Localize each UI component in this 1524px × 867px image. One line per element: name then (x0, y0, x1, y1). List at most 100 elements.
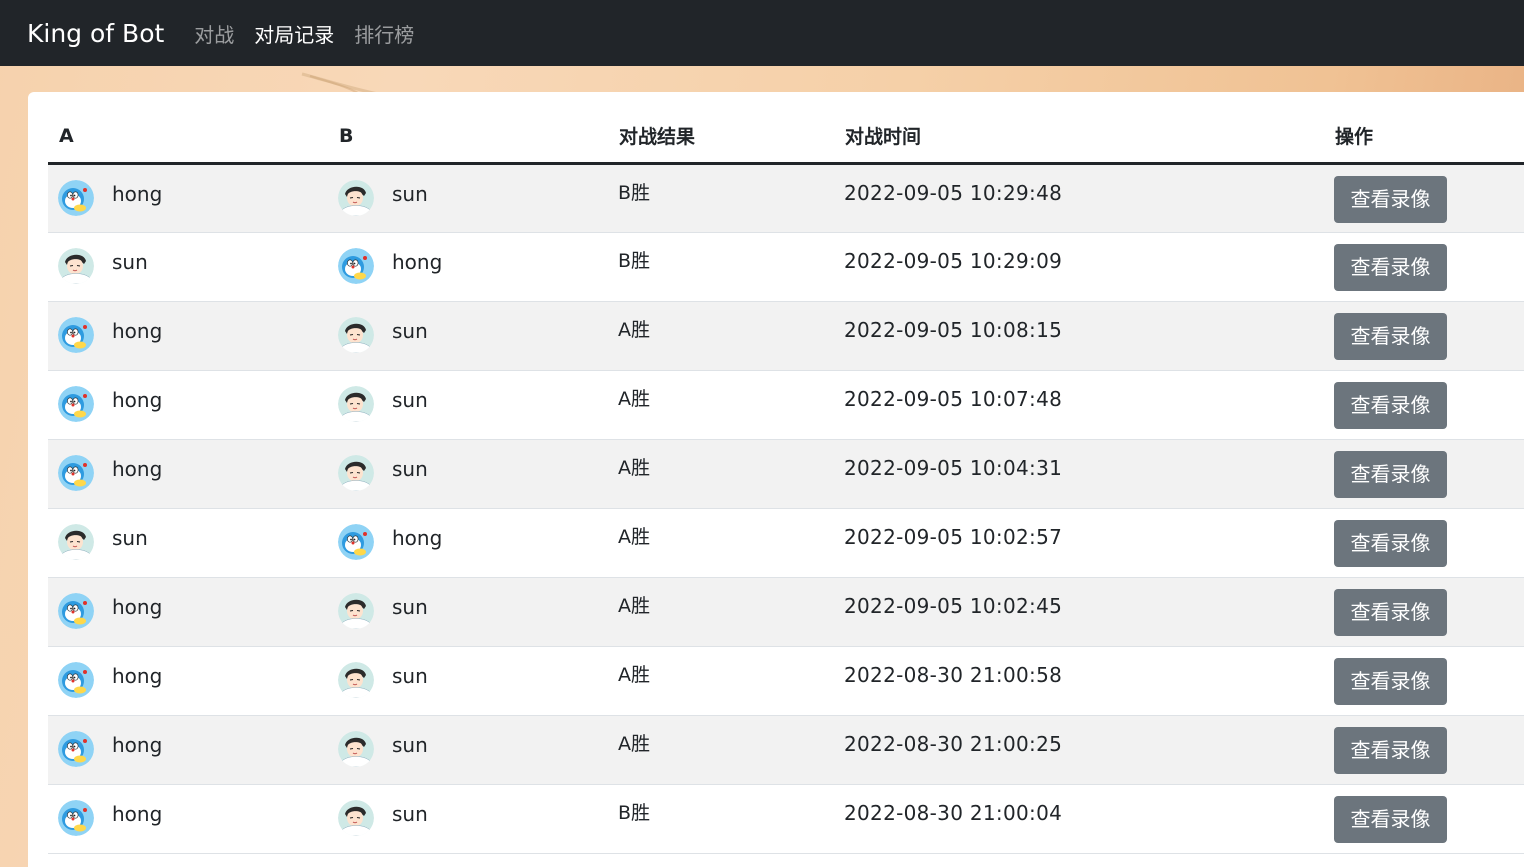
player-b-name: sun (392, 732, 428, 757)
player-a: hong (58, 592, 328, 629)
view-replay-button[interactable]: 查看录像 (1334, 795, 1447, 843)
action-cell: 查看录像 (1324, 439, 1524, 508)
view-replay-button[interactable]: 查看录像 (1334, 450, 1447, 498)
battle-result: A胜 (618, 732, 650, 755)
player-b: sun (338, 385, 608, 422)
result-cell: B胜 (608, 784, 834, 853)
player-b: sun (338, 730, 608, 767)
view-replay-button[interactable]: 查看录像 (1334, 519, 1447, 567)
battle-time: 2022-09-05 10:02:45 (844, 593, 1063, 618)
player-a: hong (58, 385, 328, 422)
nav-item-records[interactable]: 对局记录 (254, 19, 334, 48)
player-a-cell: hong (48, 715, 328, 784)
player-b-cell: sun (328, 163, 608, 232)
doraemon-avatar (58, 385, 94, 422)
player-a-name: hong (112, 387, 163, 412)
battle-result: B胜 (618, 801, 651, 824)
result-cell: A胜 (608, 301, 834, 370)
player-a-name: sun (112, 249, 148, 274)
view-replay-button[interactable]: 查看录像 (1334, 657, 1447, 705)
battle-result: A胜 (618, 525, 650, 548)
battle-time: 2022-09-05 10:07:48 (844, 386, 1063, 411)
player-a-name: sun (112, 525, 148, 550)
action-cell: 查看录像 (1324, 577, 1524, 646)
player-b-name: sun (392, 181, 428, 206)
battle-result: A胜 (618, 456, 650, 479)
time-cell: 2022-09-05 10:29:48 (834, 163, 1324, 232)
action-cell: 查看录像 (1324, 784, 1524, 853)
result-cell: A胜 (608, 370, 834, 439)
table-row: sun hong A胜 2022-09-05 10:02:57 查看录像 (48, 508, 1524, 577)
player-a: sun (58, 247, 328, 284)
nav-item-ranklist[interactable]: 排行榜 (354, 19, 414, 48)
anime-boy-avatar (338, 385, 374, 422)
player-a: hong (58, 179, 328, 216)
view-replay-button[interactable]: 查看录像 (1334, 175, 1447, 223)
table-row: sun hong B胜 2022-09-05 10:29:09 查看录像 (48, 232, 1524, 301)
view-replay-button[interactable]: 查看录像 (1334, 243, 1447, 291)
anime-boy-avatar (338, 592, 374, 629)
action-cell: 查看录像 (1324, 508, 1524, 577)
anime-boy-avatar (338, 661, 374, 698)
player-b: sun (338, 799, 608, 836)
player-a-name: hong (112, 663, 163, 688)
battle-time: 2022-09-05 10:08:15 (844, 317, 1063, 342)
battle-time: 2022-09-05 10:29:09 (844, 248, 1063, 273)
doraemon-avatar (338, 247, 374, 284)
player-b-cell: hong (328, 508, 608, 577)
player-a-cell: hong (48, 301, 328, 370)
player-a-cell: hong (48, 163, 328, 232)
battle-result: B胜 (618, 249, 651, 272)
player-b: sun (338, 454, 608, 491)
action-cell: 查看录像 (1324, 163, 1524, 232)
player-a-cell: sun (48, 232, 328, 301)
table-row: hong sun B胜 2022-09-05 10:29:48 查看录像 (48, 163, 1524, 232)
doraemon-avatar (58, 179, 94, 216)
player-a-name: hong (112, 732, 163, 757)
doraemon-avatar (58, 592, 94, 629)
doraemon-avatar (58, 661, 94, 698)
doraemon-avatar (58, 799, 94, 836)
player-a: hong (58, 661, 328, 698)
player-a: hong (58, 730, 328, 767)
result-cell: A胜 (608, 646, 834, 715)
player-b-name: hong (392, 525, 443, 550)
action-cell: 查看录像 (1324, 646, 1524, 715)
view-replay-button[interactable]: 查看录像 (1334, 312, 1447, 360)
header-time: 对战时间 (834, 110, 1324, 165)
view-replay-button[interactable]: 查看录像 (1334, 381, 1447, 429)
anime-boy-avatar (338, 799, 374, 836)
player-a-cell: hong (48, 577, 328, 646)
time-cell: 2022-09-05 10:08:15 (834, 301, 1324, 370)
table-row: hong sun A胜 2022-08-30 21:00:58 查看录像 (48, 646, 1524, 715)
player-b-name: sun (392, 801, 428, 826)
records-table-body: hong sun B胜 2022-09-05 10:29:48 查看录像 sun hong B… (48, 163, 1524, 853)
time-cell: 2022-09-05 10:29:09 (834, 232, 1324, 301)
player-a-name: hong (112, 318, 163, 343)
view-replay-button[interactable]: 查看录像 (1334, 588, 1447, 636)
player-b-cell: sun (328, 646, 608, 715)
battle-time: 2022-09-05 10:02:57 (844, 524, 1063, 549)
brand-logo[interactable]: King of Bot (27, 19, 164, 48)
player-a-name: hong (112, 801, 163, 826)
player-a: hong (58, 316, 328, 353)
result-cell: A胜 (608, 439, 834, 508)
view-replay-button[interactable]: 查看录像 (1334, 726, 1447, 774)
doraemon-avatar (58, 730, 94, 767)
player-a-name: hong (112, 181, 163, 206)
time-cell: 2022-08-30 21:00:58 (834, 646, 1324, 715)
table-row: hong sun A胜 2022-09-05 10:07:48 查看录像 (48, 370, 1524, 439)
result-cell: A胜 (608, 715, 834, 784)
nav-item-battle[interactable]: 对战 (194, 19, 234, 48)
player-b-cell: sun (328, 715, 608, 784)
time-cell: 2022-09-05 10:02:57 (834, 508, 1324, 577)
player-b-name: sun (392, 456, 428, 481)
result-cell: B胜 (608, 163, 834, 232)
battle-time: 2022-09-05 10:04:31 (844, 455, 1063, 480)
battle-result: B胜 (618, 181, 651, 204)
player-a-cell: hong (48, 370, 328, 439)
player-b: sun (338, 316, 608, 353)
player-a-cell: sun (48, 508, 328, 577)
result-cell: B胜 (608, 232, 834, 301)
player-b: hong (338, 523, 608, 560)
